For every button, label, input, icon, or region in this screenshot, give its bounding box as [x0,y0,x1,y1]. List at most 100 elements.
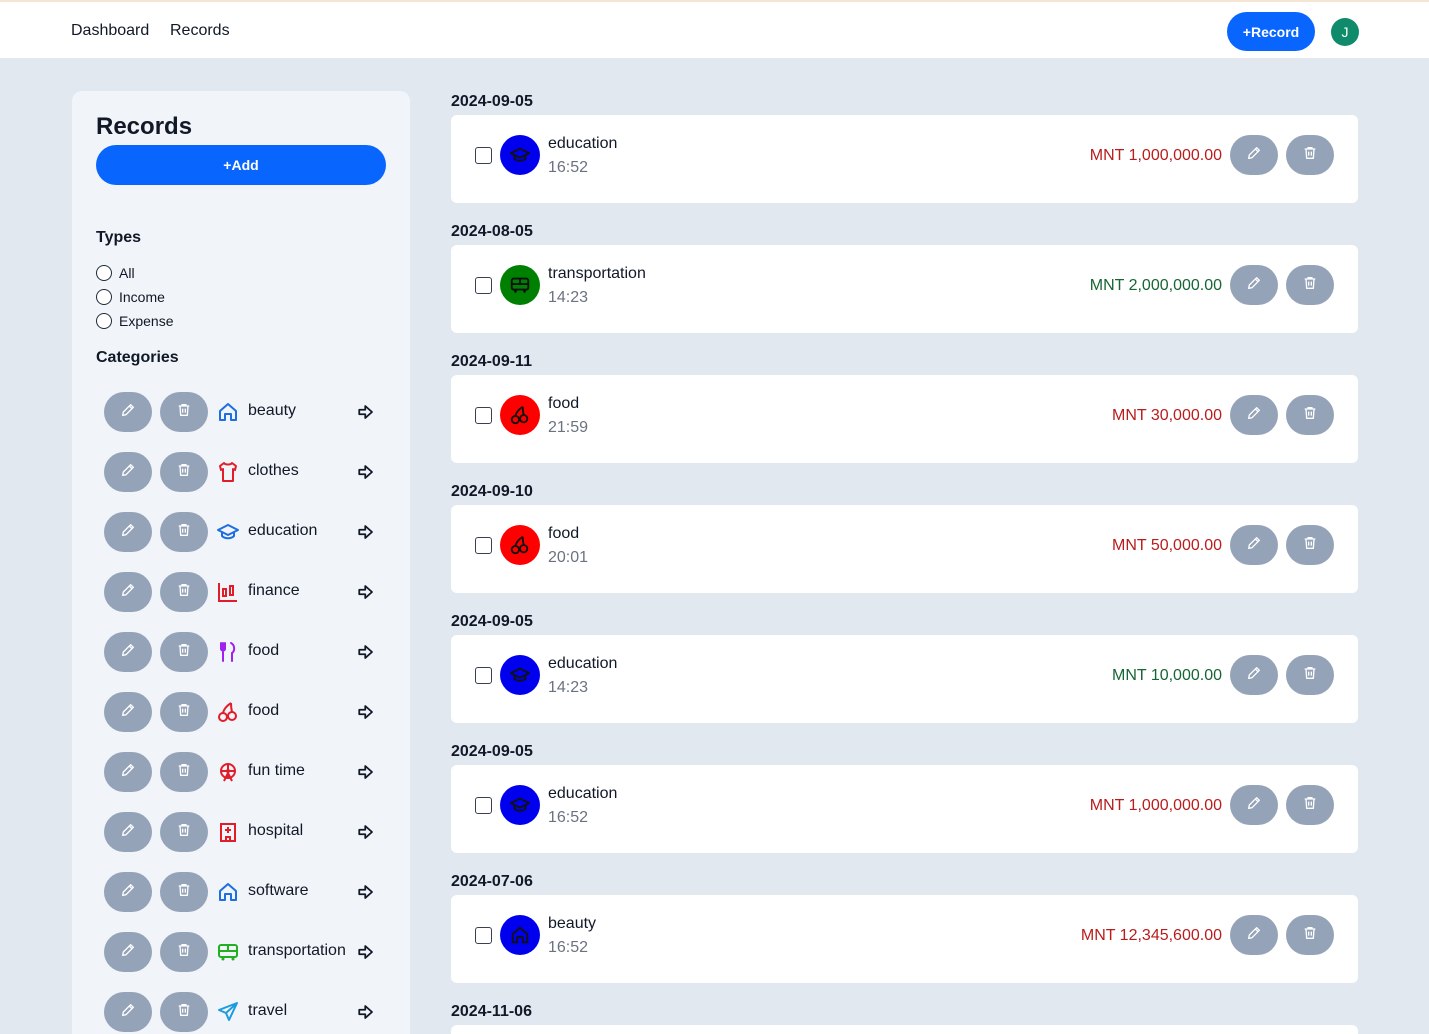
delete-button[interactable] [160,512,208,552]
category-row: food [104,632,386,680]
pencil-icon [1246,795,1262,816]
edit-button[interactable] [104,872,152,912]
avatar[interactable]: J [1331,18,1359,46]
edit-button[interactable] [1230,135,1278,175]
delete-button[interactable] [1286,785,1334,825]
delete-button[interactable] [160,932,208,972]
record-date: 2024-09-11 [451,353,532,370]
category-label: travel [248,1002,288,1019]
delete-button[interactable] [160,992,208,1032]
arrow-right-icon[interactable] [357,583,375,601]
record-time: 16:52 [548,939,589,956]
delete-button[interactable] [160,392,208,432]
edit-button[interactable] [1230,265,1278,305]
category-label: finance [248,582,300,599]
radio-button[interactable] [96,313,112,329]
add-record-button[interactable]: +Record [1227,12,1315,51]
record-category: beauty [548,915,597,932]
delete-button[interactable] [160,872,208,912]
record-date: 2024-09-05 [451,613,533,630]
record-time: 14:23 [548,679,589,696]
delete-button[interactable] [160,452,208,492]
delete-button[interactable] [160,752,208,792]
sidebar: Records +Add Types All Income Expense Ca… [72,91,410,1034]
arrow-right-icon[interactable] [357,943,375,961]
edit-button[interactable] [104,392,152,432]
edit-button[interactable] [1230,525,1278,565]
graduation-cap-icon [500,655,540,695]
add-button[interactable]: +Add [96,145,386,185]
trash-icon [176,882,192,903]
edit-button[interactable] [104,812,152,852]
edit-button[interactable] [1230,915,1278,955]
edit-button[interactable] [104,572,152,612]
edit-button[interactable] [104,752,152,792]
record-time: 21:59 [548,419,589,436]
pencil-icon [120,762,136,783]
category-label: beauty [248,402,297,419]
delete-button[interactable] [1286,915,1334,955]
type-option-income[interactable]: Income [96,287,165,307]
delete-button[interactable] [1286,525,1334,565]
record-category: education [548,655,618,672]
delete-button[interactable] [160,632,208,672]
home-icon [216,400,240,424]
arrow-right-icon[interactable] [357,643,375,661]
record-amount: MNT 1,000,000.00 [1089,797,1222,814]
edit-button[interactable] [1230,395,1278,435]
arrow-right-icon[interactable] [357,823,375,841]
delete-button[interactable] [1286,135,1334,175]
arrow-right-icon[interactable] [357,883,375,901]
record-checkbox[interactable] [475,797,492,814]
category-label: fun time [248,762,305,779]
arrow-right-icon[interactable] [357,763,375,781]
arrow-right-icon[interactable] [357,463,375,481]
delete-button[interactable] [1286,655,1334,695]
record-time: 14:23 [548,289,589,306]
record-checkbox[interactable] [475,147,492,164]
cherries-icon [500,525,540,565]
delete-button[interactable] [160,692,208,732]
delete-button[interactable] [1286,265,1334,305]
record-checkbox[interactable] [475,927,492,944]
trash-icon [1302,535,1318,556]
trash-icon [1302,665,1318,686]
trash-icon [1302,275,1318,296]
edit-button[interactable] [1230,655,1278,695]
edit-button[interactable] [104,512,152,552]
trash-icon [176,522,192,543]
types-title: Types [96,229,142,246]
type-option-all[interactable]: All [96,263,135,283]
record-checkbox[interactable] [475,667,492,684]
edit-button[interactable] [104,632,152,672]
edit-button[interactable] [104,932,152,972]
record-checkbox[interactable] [475,537,492,554]
top-nav: Dashboard Records +Record J [0,0,1429,58]
record-checkbox[interactable] [475,407,492,424]
nav-records-link[interactable]: Records [170,22,230,40]
arrow-right-icon[interactable] [357,1003,375,1021]
type-option-expense[interactable]: Expense [96,311,173,331]
arrow-right-icon[interactable] [357,703,375,721]
edit-button[interactable] [1230,785,1278,825]
radio-button[interactable] [96,265,112,281]
delete-button[interactable] [160,572,208,612]
category-row: finance [104,572,386,620]
arrow-right-icon[interactable] [357,403,375,421]
record-checkbox[interactable] [475,277,492,294]
delete-button[interactable] [160,812,208,852]
record-amount: MNT 30,000.00 [1112,407,1222,424]
edit-button[interactable] [104,992,152,1032]
hospital-icon [216,820,240,844]
fork-knife-icon [216,640,240,664]
edit-button[interactable] [104,452,152,492]
delete-button[interactable] [1286,395,1334,435]
arrow-right-icon[interactable] [357,523,375,541]
edit-button[interactable] [104,692,152,732]
record-category: food [548,395,580,412]
radio-button[interactable] [96,289,112,305]
record-card: food 20:01 MNT 50,000.00 [451,505,1358,593]
trash-icon [176,702,192,723]
type-label: All [119,265,135,281]
nav-dashboard-link[interactable]: Dashboard [71,22,149,40]
